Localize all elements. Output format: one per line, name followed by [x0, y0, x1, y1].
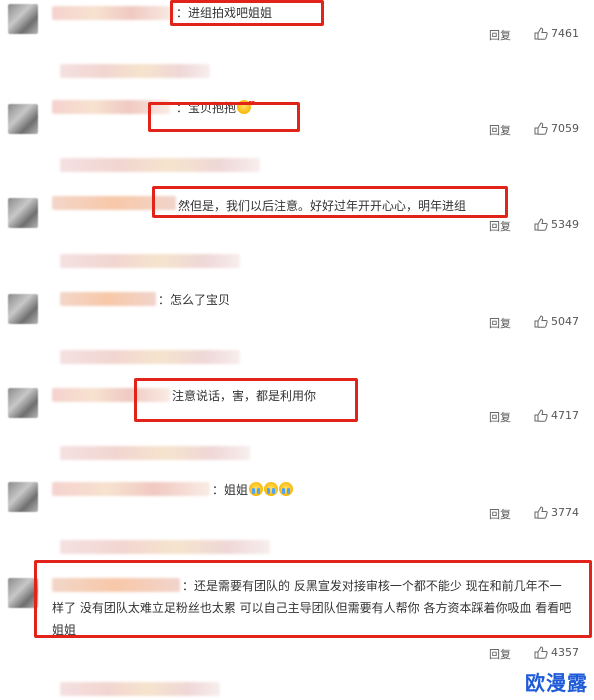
thumbs-up-icon: [534, 506, 548, 519]
like-count: 7461: [551, 27, 579, 40]
reply-button[interactable]: 回复: [489, 122, 511, 138]
thumbs-up-icon: [534, 122, 548, 135]
highlight-box: [170, 0, 324, 26]
comment-item: ：怎么了宝贝 回复 5047: [0, 286, 594, 382]
reply-preview: [60, 254, 240, 268]
thumbs-up-icon: [534, 315, 548, 328]
avatar[interactable]: [8, 104, 38, 134]
crying-emoji-icon: [279, 482, 294, 496]
like-button[interactable]: 7461: [534, 27, 579, 40]
username[interactable]: [52, 482, 210, 496]
avatar[interactable]: [8, 198, 38, 228]
like-count: 7059: [551, 122, 579, 135]
thumbs-up-icon: [534, 27, 548, 40]
like-button[interactable]: 5349: [534, 218, 579, 231]
watermark-logo: 欧漫露: [525, 671, 588, 695]
reply-preview: [60, 64, 210, 78]
comment-text-body: ：姐姐: [212, 483, 249, 497]
like-count: 4717: [551, 409, 579, 422]
reply-button[interactable]: 回复: [489, 315, 511, 331]
thumbs-up-icon: [534, 218, 548, 231]
like-count: 5349: [551, 218, 579, 231]
crying-emoji-icon: [264, 482, 279, 496]
comment-text: ：姐姐: [212, 482, 294, 498]
highlight-box: [134, 378, 358, 422]
thumbs-up-icon: [534, 409, 548, 422]
avatar[interactable]: [8, 294, 38, 324]
comment-item: 注意说话，害，都是利用你 回复 4717: [0, 378, 594, 478]
highlight-box: [34, 560, 592, 638]
highlight-box: [148, 102, 300, 132]
reply-preview: [60, 540, 270, 554]
comment-item: 然但是，我们以后注意。好好过年开开心心，明年进组 回复 5349: [0, 186, 594, 286]
like-button[interactable]: 4717: [534, 409, 579, 422]
like-button[interactable]: 3774: [534, 506, 579, 519]
like-count: 4357: [551, 646, 579, 659]
like-count: 3774: [551, 506, 579, 519]
avatar[interactable]: [8, 482, 38, 512]
like-button[interactable]: 4357: [534, 646, 579, 659]
reply-button[interactable]: 回复: [489, 27, 511, 43]
reply-button[interactable]: 回复: [489, 409, 511, 425]
reply-preview: [60, 446, 250, 460]
avatar[interactable]: [8, 4, 38, 34]
crying-emoji-icon: [249, 482, 264, 496]
thumbs-up-icon: [534, 646, 548, 659]
comment-text: ：怎么了宝贝: [158, 293, 231, 307]
reply-preview: [60, 350, 240, 364]
username[interactable]: [60, 292, 156, 306]
reply-button[interactable]: 回复: [489, 646, 511, 662]
reply-button[interactable]: 回复: [489, 506, 511, 522]
username[interactable]: [52, 6, 174, 20]
avatar[interactable]: [8, 388, 38, 418]
like-button[interactable]: 7059: [534, 122, 579, 135]
like-count: 5047: [551, 315, 579, 328]
comment-item: ：宝贝抱抱 回复 7059: [0, 96, 594, 192]
like-button[interactable]: 5047: [534, 315, 579, 328]
reply-preview: [60, 158, 260, 172]
highlight-box: [152, 186, 508, 218]
reply-button[interactable]: 回复: [489, 218, 511, 234]
reply-preview: [60, 682, 220, 696]
comment-item: ：还是需要有团队的 反黑宣发对接审核一个都不能少 现在和前几年不一 样了 没有团…: [0, 560, 594, 700]
comment-item: ：进组拍戏吧姐姐 回复 7461: [0, 0, 594, 96]
